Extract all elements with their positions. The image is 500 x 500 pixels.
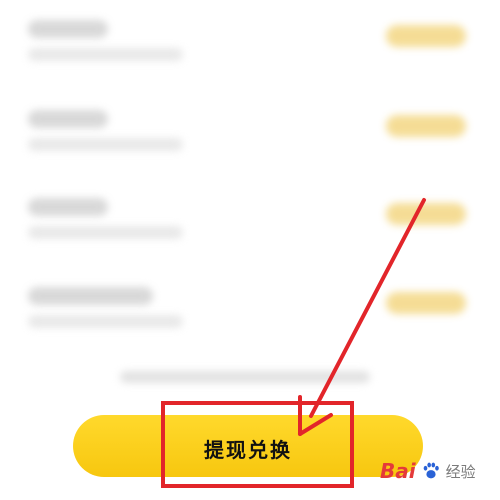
watermark: Bai 经验 <box>380 449 498 493</box>
item-subtitle <box>28 48 183 61</box>
item-title <box>28 110 108 128</box>
paw-icon <box>423 462 439 479</box>
item-action-button[interactable] <box>386 203 466 225</box>
item-action-button[interactable] <box>386 292 466 314</box>
watermark-suffix: 经验 <box>445 462 476 481</box>
withdraw-exchange-label: 提现兑换 <box>204 437 292 462</box>
item-title <box>28 198 108 216</box>
watermark-brand: Bai <box>380 459 416 483</box>
item-subtitle <box>28 315 183 328</box>
withdraw-exchange-button[interactable]: 提现兑换 <box>73 415 423 477</box>
item-title <box>28 287 153 305</box>
item-subtitle <box>28 138 183 151</box>
item-title <box>28 20 108 38</box>
item-action-button[interactable] <box>386 115 466 137</box>
item-action-button[interactable] <box>386 25 466 47</box>
list-item[interactable] <box>0 287 500 357</box>
list-item[interactable] <box>0 198 500 268</box>
list-item[interactable] <box>0 20 500 90</box>
notice-text <box>120 371 370 383</box>
item-subtitle <box>28 226 183 239</box>
list-item[interactable] <box>0 110 500 180</box>
